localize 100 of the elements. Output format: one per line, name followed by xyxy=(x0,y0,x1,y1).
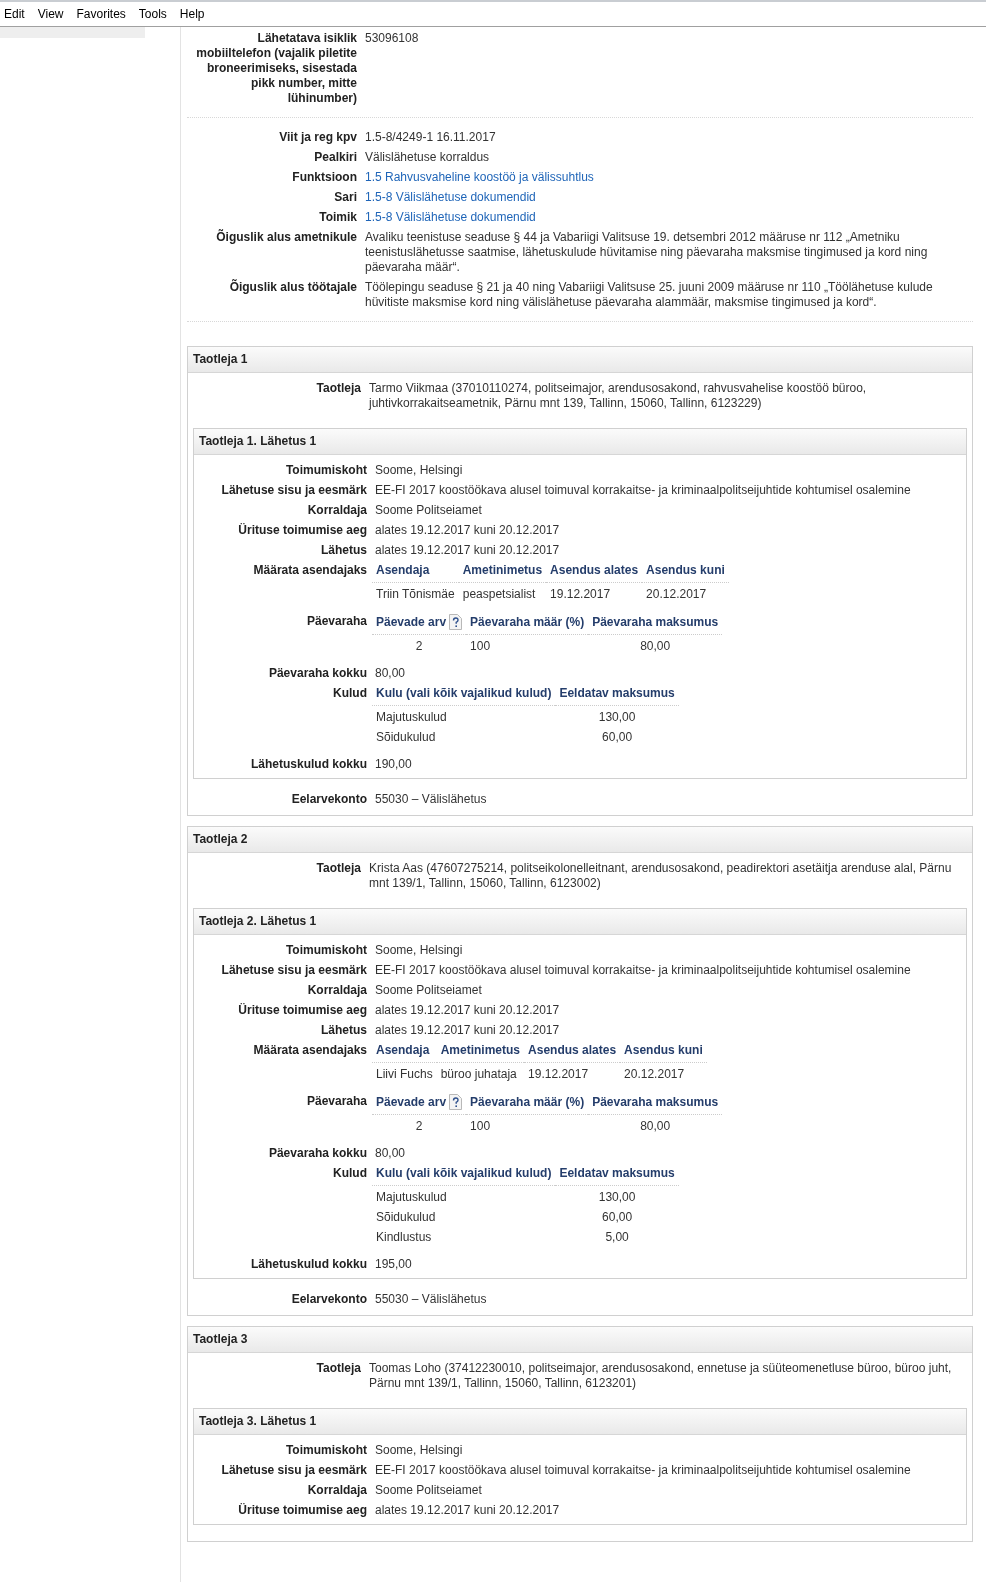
menu-item[interactable]: Favorites xyxy=(76,6,135,22)
column-header: Asendaja xyxy=(376,1043,430,1057)
table-cell: 19.12.2017 xyxy=(550,587,611,601)
field-label: Lähetatava isiklik mobiiltelefon (vajalik piletite broneerimiseks, sisestada pikk number, mitte lühinumber) xyxy=(196,31,357,105)
field-label: Lähetuskulud kokku xyxy=(250,1257,367,1271)
field-value: 195,00 xyxy=(375,1257,412,1271)
field-value: 1.5-8/4249-1 16.11.2017 xyxy=(365,130,496,144)
field-label: Korraldaja xyxy=(307,503,367,517)
column-header: Asendus kuni xyxy=(646,563,725,577)
table-cell: 80,00 xyxy=(640,639,671,653)
field-label: Kulud xyxy=(333,1166,367,1180)
field-value: EE-FI 2017 koostöökava alusel toimuval korrakaitse- ja kriminaalpolitseijuhtide kohtumisel osalemine xyxy=(375,1463,911,1477)
field-label: Eelarvekonto xyxy=(291,792,367,806)
field-label: Toimik xyxy=(319,210,357,224)
field-value: Avaliku teenistuse seaduse § 44 ja Vabariigi Valitsuse 19. detsembri 2012 määruse nr 112 „Ametniku teenistuslähetusse saatmise, lähetuskulude hüvitamise ning päevaraha maksmise tingimused ja kord ning päevaraha määr“. xyxy=(365,230,928,274)
help-icon[interactable] xyxy=(449,614,463,630)
column-header: Eeldatav maksumus xyxy=(559,686,675,700)
column-header: Päevaraha maksumus xyxy=(592,1094,719,1109)
panel-header: Taotleja 2. Lähetus 1 xyxy=(194,909,966,935)
field-value: 80,00 xyxy=(375,1146,406,1160)
table-cell: 130,00 xyxy=(598,1190,636,1204)
field-label: Taotleja xyxy=(316,1361,361,1375)
field-value: Välislähetuse korraldus xyxy=(365,150,490,164)
field-value: alates 19.12.2017 kuni 20.12.2017 xyxy=(375,543,560,557)
field-value: Soome Politseiamet xyxy=(375,503,482,517)
column-header: Asendaja xyxy=(376,563,430,577)
table-cell: Kindlustus xyxy=(376,1230,432,1244)
field-label: Päevaraha kokku xyxy=(268,1146,367,1160)
field-value: Soome, Helsingi xyxy=(375,1443,463,1457)
column-header: Eeldatav maksumus xyxy=(559,1166,675,1180)
column-header: Päevaraha määr (%) xyxy=(470,614,585,629)
field-link[interactable]: 1.5-8 Välislähetuse dokumendid xyxy=(365,190,536,204)
field-value: alates 19.12.2017 kuni 20.12.2017 xyxy=(375,1503,560,1517)
panel-header: Taotleja 1. Lähetus 1 xyxy=(194,429,966,455)
menu-item[interactable]: Edit xyxy=(4,6,34,22)
table-cell: 2 xyxy=(415,1119,423,1133)
table-cell: 20.12.2017 xyxy=(646,587,707,601)
field-label: Korraldaja xyxy=(307,983,367,997)
panel-header: Taotleja 1 xyxy=(188,347,972,373)
field-label: Ürituse toimumise aeg xyxy=(238,1003,367,1017)
table-cell: 80,00 xyxy=(640,1119,671,1133)
field-label: Funktsioon xyxy=(292,170,357,184)
field-value: Toomas Loho (37412230010, politseimajor, arendusosakond, ennetuse ja süüteomenetluse büroo, büroo juht, Pärnu mnt 139/1, Tallinn, 15060, Tallinn, 6123201) xyxy=(369,1361,952,1390)
field-label: Õiguslik alus töötajale xyxy=(229,280,357,294)
field-value: Soome, Helsingi xyxy=(375,943,463,957)
field-label: Ürituse toimumise aeg xyxy=(238,1503,367,1517)
table-cell: Majutuskulud xyxy=(376,1190,447,1204)
help-icon[interactable] xyxy=(449,1094,463,1110)
table-cell: büroo juhataja xyxy=(440,1067,517,1081)
field-label: Määrata asendajaks xyxy=(253,563,367,577)
panel-header: Taotleja 3 xyxy=(188,1327,972,1353)
field-label: Viit ja reg kpv xyxy=(279,130,357,144)
field-value: EE-FI 2017 koostöökava alusel toimuval korrakaitse- ja kriminaalpolitseijuhtide kohtumisel osalemine xyxy=(375,483,911,497)
field-value: alates 19.12.2017 kuni 20.12.2017 xyxy=(375,1003,560,1017)
table-cell: 19.12.2017 xyxy=(528,1067,589,1081)
table-cell: 20.12.2017 xyxy=(624,1067,685,1081)
field-label: Taotleja xyxy=(316,861,361,875)
field-label: Lähetuse sisu ja eesmärk xyxy=(221,963,367,977)
field-label: Sari xyxy=(334,190,357,204)
field-value: alates 19.12.2017 kuni 20.12.2017 xyxy=(375,523,560,537)
field-value: alates 19.12.2017 kuni 20.12.2017 xyxy=(375,1023,560,1037)
field-label: Päevaraha xyxy=(306,1094,367,1108)
table-cell: 60,00 xyxy=(602,730,633,744)
table-cell: 60,00 xyxy=(602,1210,633,1224)
column-header: Asendus alates xyxy=(550,563,639,577)
table-cell: 100 xyxy=(470,1119,491,1133)
column-header: Ametinimetus xyxy=(462,563,543,577)
menu-item[interactable]: Help xyxy=(179,6,214,22)
table-cell: Sõidukulud xyxy=(376,1210,436,1224)
field-label: Pealkiri xyxy=(314,150,357,164)
field-value: Töölepingu seaduse § 21 ja 40 ning Vabariigi Valitsuse 25. juuni 2009 määruse nr 110 „Töölähetuse kulude hüvitiste maksmise kord ning välislähetuse päevaraha alammäär, maksmise tingimused ja kord“. xyxy=(365,280,933,309)
column-header: Asendus alates xyxy=(528,1043,617,1057)
table-cell: Majutuskulud xyxy=(376,710,447,724)
field-label: Toimumiskoht xyxy=(285,1443,367,1457)
field-label: Toimumiskoht xyxy=(285,463,367,477)
table-cell: 2 xyxy=(415,639,423,653)
field-value: Krista Aas (47607275214, politseikolonelleitnant, arendusosakond, peadirektori asetäitja arenduse alal, Pärnu mnt 139/1, Tallinn, 15060, Tallinn, 6123002) xyxy=(369,861,952,890)
field-link[interactable]: 1.5-8 Välislähetuse dokumendid xyxy=(365,210,536,224)
column-header: Päevade arv xyxy=(376,615,447,629)
panel-header: Taotleja 3. Lähetus 1 xyxy=(194,1409,966,1435)
table-cell: 100 xyxy=(470,639,491,653)
field-label: Päevaraha xyxy=(306,614,367,628)
field-value: 190,00 xyxy=(375,757,412,771)
field-value: 53096108 xyxy=(365,31,419,45)
column-header: Päevade arv xyxy=(376,1095,447,1109)
table-cell: Sõidukulud xyxy=(376,730,436,744)
menu-item[interactable]: Tools xyxy=(138,6,176,22)
field-value: 55030 – Välislähetus xyxy=(375,792,487,806)
column-header: Kulu (vali kõik vajalikud kulud) xyxy=(376,686,552,700)
field-value: 55030 – Välislähetus xyxy=(375,1292,487,1306)
field-value: Soome, Helsingi xyxy=(375,463,463,477)
field-label: Õiguslik alus ametnikule xyxy=(216,230,357,244)
field-label: Toimumiskoht xyxy=(285,943,367,957)
field-value: EE-FI 2017 koostöökava alusel toimuval korrakaitse- ja kriminaalpolitseijuhtide kohtumisel osalemine xyxy=(375,963,911,977)
panel-header: Taotleja 2 xyxy=(188,827,972,853)
table-cell: Triin Tõnismäe xyxy=(376,587,455,601)
field-label: Lähetuse sisu ja eesmärk xyxy=(221,483,367,497)
field-link[interactable]: 1.5 Rahvusvaheline koostöö ja välissuhtlus xyxy=(365,170,594,184)
menu-item[interactable]: View xyxy=(37,6,73,22)
field-label: Kulud xyxy=(333,686,367,700)
